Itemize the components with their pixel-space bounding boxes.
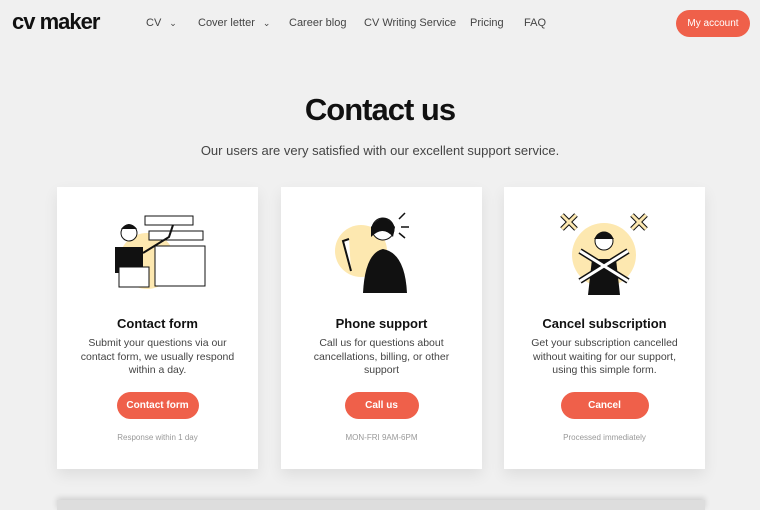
page-subtitle: Our users are very satisfied with our ex…	[200, 143, 560, 158]
cancel-subscription-card: Cancel subscription Get your subscriptio…	[504, 187, 705, 469]
nav-label: Cover letter	[198, 17, 255, 29]
call-us-button[interactable]: Call us	[344, 392, 419, 419]
card-note: Response within 1 day	[117, 433, 198, 442]
nav-pricing[interactable]: Pricing	[470, 17, 504, 29]
nav-cv-writing-service[interactable]: CV Writing Service	[364, 17, 456, 29]
contact-form-button[interactable]: Contact form	[116, 392, 199, 419]
card-title: Cancel subscription	[542, 316, 667, 331]
top-nav: cv maker CV ⌄ Cover letter ⌄ Career blog C…	[0, 0, 760, 48]
phone-support-illustration	[335, 212, 409, 293]
chevron-down-icon: ⌄	[262, 18, 271, 28]
nav-faq[interactable]: FAQ	[524, 17, 546, 29]
my-account-button[interactable]: My account	[676, 10, 750, 37]
next-section-edge	[57, 500, 705, 510]
contact-form-card: Contact form Submit your questions via o…	[57, 187, 258, 469]
nav-career-blog[interactable]: Career blog	[289, 17, 346, 29]
nav-cv[interactable]: CV ⌄	[146, 17, 177, 29]
card-title: Contact form	[117, 316, 198, 331]
card-note: MON-FRI 9AM-6PM	[345, 433, 418, 442]
page-title: Contact us	[304, 92, 456, 127]
card-description: Call us for questions about cancellation…	[313, 337, 450, 376]
card-description: Submit your questions via our contact fo…	[80, 337, 235, 376]
chevron-down-icon: ⌄	[169, 18, 177, 28]
nav-label: CV	[146, 17, 162, 29]
cancel-button[interactable]: Cancel	[560, 392, 649, 419]
card-title: Phone support	[335, 316, 428, 331]
logo[interactable]: cv maker	[12, 9, 100, 35]
phone-support-card: Phone support Call us for questions abou…	[281, 187, 482, 469]
nav-cover-letter[interactable]: Cover letter ⌄	[198, 17, 270, 29]
cancel-subscription-illustration	[560, 213, 648, 295]
card-description: Get your subscription cancelled without …	[531, 337, 678, 376]
card-note: Processed immediately	[563, 433, 646, 442]
contact-form-illustration	[115, 215, 206, 289]
